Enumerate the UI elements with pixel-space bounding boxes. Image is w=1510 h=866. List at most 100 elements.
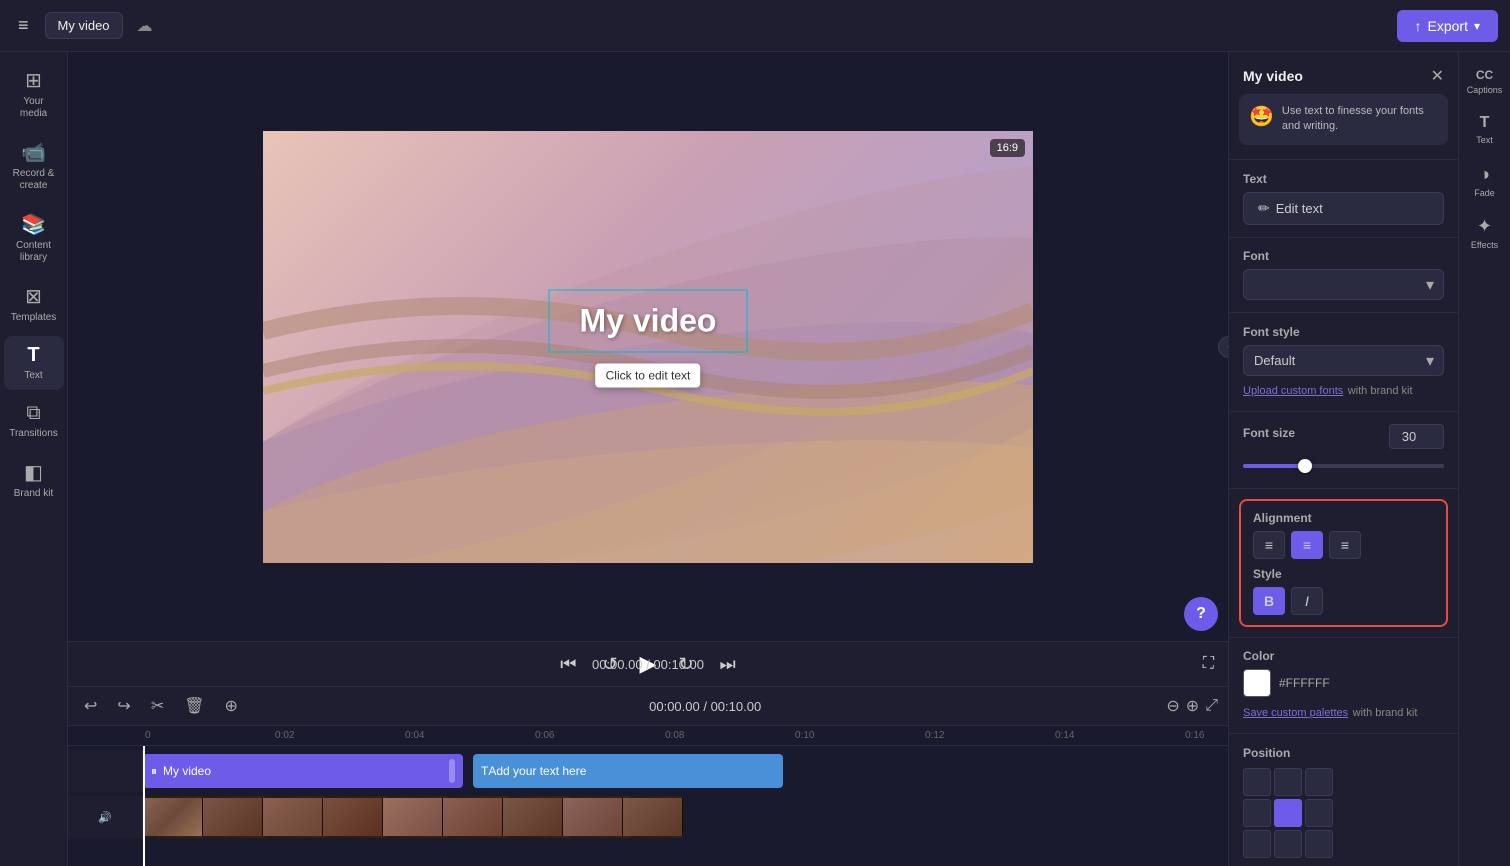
far-right-captions[interactable]: CC Captions bbox=[1461, 60, 1509, 104]
play-button[interactable]: ▶ bbox=[640, 651, 657, 677]
text-selection-box[interactable]: My video Click to edit text bbox=[549, 289, 748, 352]
sidebar-item-text[interactable]: T Text bbox=[4, 336, 64, 390]
rewind-button[interactable]: ↺ bbox=[598, 650, 621, 679]
font-size-slider[interactable] bbox=[1243, 464, 1444, 468]
thumb-1 bbox=[143, 798, 203, 836]
text-section: Text ✏ Edit text bbox=[1229, 164, 1458, 233]
ruler-mark-4: 0:04 bbox=[403, 730, 533, 741]
panel-close-button[interactable]: ✕ bbox=[1431, 66, 1444, 86]
divider-1 bbox=[1229, 159, 1458, 160]
pos-mid-right[interactable] bbox=[1305, 799, 1333, 827]
pos-mid-left[interactable] bbox=[1243, 799, 1271, 827]
bold-button[interactable]: B bbox=[1253, 587, 1285, 615]
cloud-save-icon[interactable]: ☁ bbox=[137, 16, 153, 36]
click-to-edit-tooltip[interactable]: Click to edit text bbox=[596, 363, 701, 387]
italic-button[interactable]: I bbox=[1291, 587, 1323, 615]
text-clip[interactable]: T Add your text here bbox=[473, 754, 783, 788]
forward-button[interactable]: ↻ bbox=[674, 650, 697, 679]
export-icon: ↑ bbox=[1415, 18, 1422, 34]
ruler-mark-6: 0:06 bbox=[533, 730, 663, 741]
menu-icon[interactable]: ≡ bbox=[12, 9, 35, 42]
zoom-fit-button[interactable]: ⤢ bbox=[1205, 697, 1218, 715]
font-style-select[interactable]: Default bbox=[1243, 345, 1444, 376]
video-clip[interactable]: ⏸ My video bbox=[143, 754, 463, 788]
pos-top-center[interactable] bbox=[1274, 768, 1302, 796]
thumb-6 bbox=[443, 798, 503, 836]
sidebar-item-templates[interactable]: ⊠ Templates bbox=[4, 276, 64, 332]
pos-top-left[interactable] bbox=[1243, 768, 1271, 796]
save-custom-palettes-link[interactable]: Save custom palettes bbox=[1243, 707, 1348, 719]
thumb-3 bbox=[263, 798, 323, 836]
fade-icon: ◑ bbox=[1479, 164, 1490, 185]
video-track-content[interactable]: ⏸ My video T Add your text here bbox=[143, 750, 1228, 792]
font-select-wrapper bbox=[1243, 269, 1444, 300]
delete-button[interactable]: 🗑 bbox=[178, 692, 210, 720]
pos-bot-left[interactable] bbox=[1243, 830, 1271, 858]
sidebar-label-content-library: Content library bbox=[10, 240, 58, 264]
far-right-effects[interactable]: ✦ Effects bbox=[1461, 208, 1509, 259]
thumb-9 bbox=[623, 798, 683, 836]
record-create-icon: 📹 bbox=[21, 140, 46, 165]
help-button[interactable]: ? bbox=[1184, 597, 1218, 631]
font-section-label: Font bbox=[1243, 249, 1444, 263]
alignment-style-section: Alignment ≡ ≡ ≡ Style B I bbox=[1239, 499, 1448, 627]
transitions-icon: ⧉ bbox=[26, 402, 40, 425]
far-right-text[interactable]: T Text bbox=[1461, 106, 1509, 154]
redo-button[interactable]: ↪ bbox=[111, 692, 136, 720]
thumbnail-track-row: 🔊 bbox=[68, 796, 1228, 838]
pos-bot-center[interactable] bbox=[1274, 830, 1302, 858]
ruler-mark-12: 0:12 bbox=[923, 730, 1053, 741]
alignment-buttons: ≡ ≡ ≡ bbox=[1253, 531, 1434, 559]
sidebar-label-text: Text bbox=[24, 370, 42, 382]
export-button[interactable]: ↑ Export ▾ bbox=[1397, 10, 1499, 42]
pos-mid-center[interactable] bbox=[1274, 799, 1302, 827]
edit-text-button[interactable]: ✏ Edit text bbox=[1243, 192, 1444, 225]
content-library-icon: 📚 bbox=[21, 212, 46, 237]
ruler-mark-2: 0:02 bbox=[273, 730, 403, 741]
align-right-button[interactable]: ≡ bbox=[1329, 531, 1361, 559]
left-sidebar: ⊞ Your media 📹 Record & create 📚 Content… bbox=[0, 52, 68, 866]
skip-forward-button[interactable]: ⏭ bbox=[716, 650, 740, 679]
sidebar-item-your-media[interactable]: ⊞ Your media bbox=[4, 60, 64, 128]
font-section: Font bbox=[1229, 241, 1458, 308]
style-label: Style bbox=[1253, 567, 1434, 581]
canvas-frame[interactable]: 16:9 My video Click to edit text bbox=[263, 131, 1033, 563]
sidebar-item-brand-kit[interactable]: ◧ Brand kit bbox=[4, 452, 64, 508]
video-clip-drag-handle[interactable] bbox=[449, 759, 455, 783]
text-section-label: Text bbox=[1243, 172, 1444, 186]
timeline: ↩ ↪ ✂ 🗑 ⊕ 00:00.00 / 00:10.00 ⊖ ⊕ ⤢ 0 0:… bbox=[68, 686, 1228, 866]
thumbnail-track-content[interactable] bbox=[143, 796, 1228, 838]
far-right-fade[interactable]: ◑ Fade bbox=[1461, 156, 1509, 207]
zoom-in-button[interactable]: ⊕ bbox=[1186, 696, 1199, 716]
project-title[interactable]: My video bbox=[45, 12, 123, 39]
align-left-button[interactable]: ≡ bbox=[1253, 531, 1285, 559]
sidebar-item-content-library[interactable]: 📚 Content library bbox=[4, 204, 64, 272]
canvas-viewport[interactable]: 16:9 My video Click to edit text ‹ bbox=[68, 52, 1228, 641]
canvas-title-text[interactable]: My video bbox=[580, 302, 717, 338]
thumb-8 bbox=[563, 798, 623, 836]
sidebar-label-transitions: Transitions bbox=[9, 428, 58, 440]
pos-bot-right[interactable] bbox=[1305, 830, 1333, 858]
captions-icon: CC bbox=[1476, 68, 1493, 82]
duplicate-button[interactable]: ⊕ bbox=[219, 692, 244, 720]
zoom-controls: ⊖ ⊕ ⤢ bbox=[1166, 696, 1218, 716]
font-select[interactable] bbox=[1243, 269, 1444, 300]
right-panel: My video ✕ 🤩 Use text to finesse your fo… bbox=[1228, 52, 1458, 866]
upload-custom-fonts-link[interactable]: Upload custom fonts bbox=[1243, 385, 1343, 397]
undo-button[interactable]: ↩ bbox=[78, 692, 103, 720]
align-center-button[interactable]: ≡ bbox=[1291, 531, 1323, 559]
zoom-out-button[interactable]: ⊖ bbox=[1166, 696, 1179, 716]
cut-button[interactable]: ✂ bbox=[145, 692, 170, 720]
timeline-ruler: 0 0:02 0:04 0:06 0:08 0:10 0:12 0:14 0:1… bbox=[68, 726, 1228, 746]
color-swatch[interactable] bbox=[1243, 669, 1271, 697]
fullscreen-button[interactable]: ⛶ bbox=[1203, 655, 1214, 673]
sidebar-item-transitions[interactable]: ⧉ Transitions bbox=[4, 394, 64, 448]
timeline-tracks: ⏸ My video T Add your text here bbox=[68, 746, 1228, 866]
font-size-input[interactable] bbox=[1389, 424, 1444, 449]
font-style-section: Font style Default Upload custom fonts w… bbox=[1229, 317, 1458, 407]
skip-back-button[interactable]: ⏮ bbox=[556, 650, 580, 679]
audio-icon: 🔊 bbox=[98, 811, 112, 824]
panel-collapse-button[interactable]: ‹ bbox=[1218, 336, 1228, 358]
pos-top-right[interactable] bbox=[1305, 768, 1333, 796]
sidebar-item-record-create[interactable]: 📹 Record & create bbox=[4, 132, 64, 200]
